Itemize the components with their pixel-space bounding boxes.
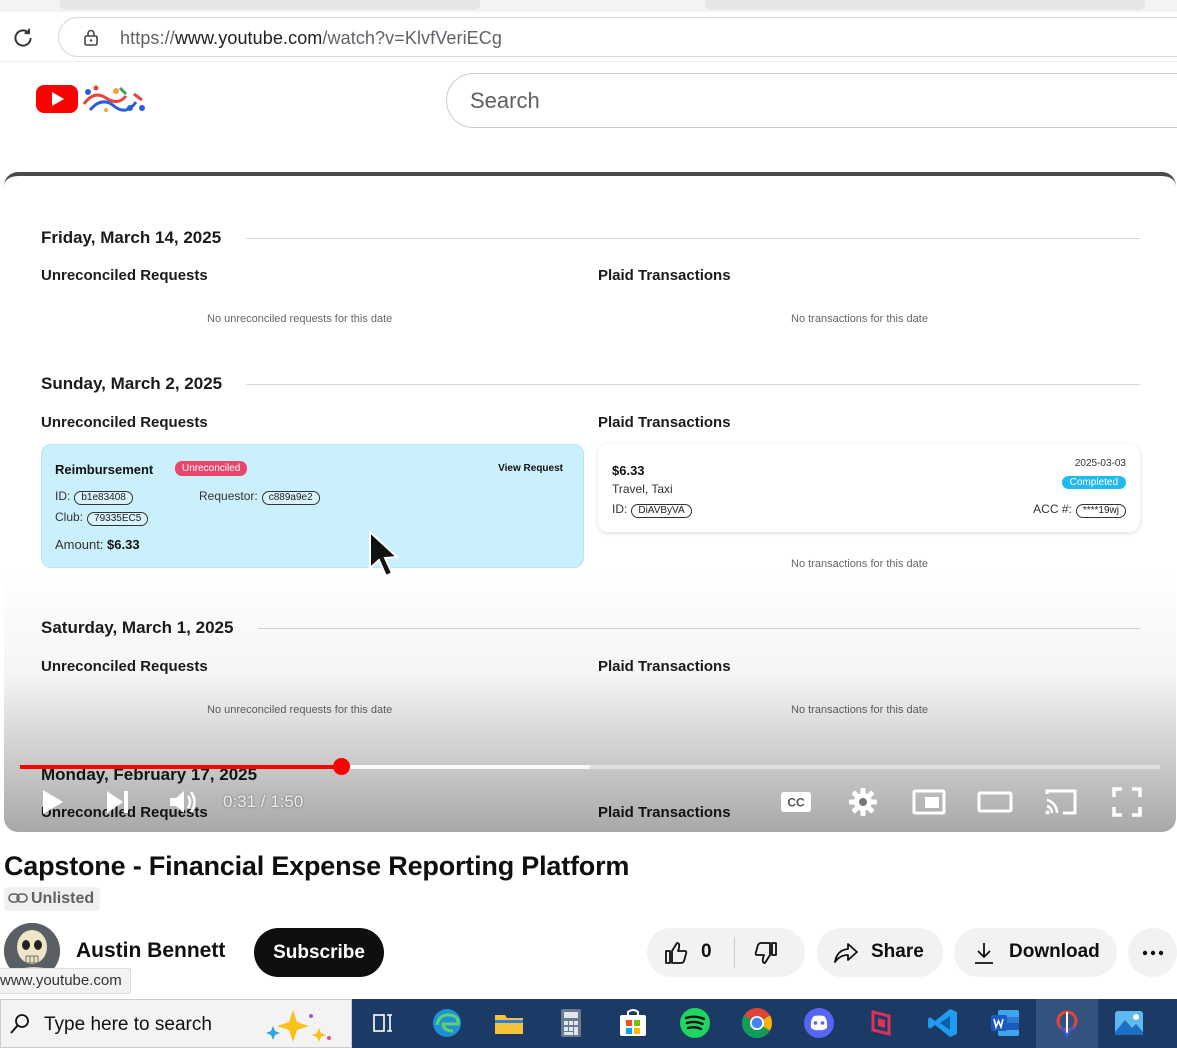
time-display: 0:31 / 1:50 xyxy=(223,792,304,811)
view-request-link: View Request xyxy=(498,463,563,474)
more-horizontal-icon xyxy=(1142,950,1164,956)
section-heading: Plaid Transactions xyxy=(598,414,731,431)
theater-mode-icon[interactable] xyxy=(977,784,1013,820)
taskbar-search-input[interactable]: Type here to search xyxy=(0,999,352,1048)
search-input[interactable]: Search xyxy=(446,73,1177,128)
share-button[interactable]: Share xyxy=(817,928,943,977)
request-club: Club: 79335EC5 xyxy=(55,510,149,526)
calculator-icon[interactable] xyxy=(554,1006,588,1040)
word-icon[interactable] xyxy=(988,1006,1022,1040)
reload-icon[interactable] xyxy=(10,25,36,51)
download-button[interactable]: Download xyxy=(954,928,1117,977)
section-heading: Plaid Transactions xyxy=(598,267,731,284)
next-icon[interactable] xyxy=(100,784,136,820)
unlisted-badge: Unlisted xyxy=(4,887,101,911)
edge-icon[interactable] xyxy=(430,1006,464,1040)
chrome-icon[interactable] xyxy=(740,1006,774,1040)
like-count: 0 xyxy=(701,941,712,962)
status-bar-url: www.youtube.com xyxy=(0,968,131,994)
settings-gear-icon[interactable] xyxy=(845,784,881,820)
empty-message: No unreconciled requests for this date xyxy=(207,313,393,325)
section-date: Sunday, March 2, 2025 xyxy=(41,374,223,393)
progress-played xyxy=(20,765,342,769)
section-heading: Plaid Transactions xyxy=(598,658,731,675)
microsoft-store-icon[interactable] xyxy=(616,1006,650,1040)
transaction-id: ID: DiAVByVA xyxy=(612,502,692,518)
transaction-date: 2025-03-03 xyxy=(1074,458,1126,469)
browser-tab-strip xyxy=(0,0,1177,12)
channel-name[interactable]: Austin Bennett xyxy=(76,939,225,963)
transaction-category: Travel, Taxi xyxy=(612,482,673,496)
empty-message: No transactions for this date xyxy=(791,313,928,325)
thumbs-down-icon xyxy=(754,942,777,964)
transaction-amount: $6.33 xyxy=(612,463,645,478)
video-frame: Friday, March 14, 2025 Unreconciled Requ… xyxy=(4,176,1176,832)
video-player[interactable]: Friday, March 14, 2025 Unreconciled Requ… xyxy=(4,172,1176,832)
subscribe-button[interactable]: Subscribe xyxy=(254,928,384,977)
section-heading: Unreconciled Requests xyxy=(41,267,208,284)
mouse-cursor-icon xyxy=(367,529,401,582)
empty-message: No unreconciled requests for this date xyxy=(207,704,393,716)
youtube-doodle-icon[interactable] xyxy=(80,82,148,116)
dislike-button[interactable] xyxy=(735,928,805,977)
cast-icon[interactable] xyxy=(1043,784,1079,820)
transaction-account: ACC #: ****19wj xyxy=(1033,502,1126,518)
divider xyxy=(246,238,1140,239)
taskbar: Type here to search xyxy=(0,999,1177,1048)
search-icon xyxy=(9,1013,31,1035)
like-button[interactable]: 0 xyxy=(647,928,734,977)
divider xyxy=(258,628,1140,629)
discord-icon[interactable] xyxy=(802,1006,836,1040)
download-icon xyxy=(975,943,993,964)
request-card: Reimbursement Unreconciled View Request … xyxy=(41,444,584,568)
captions-icon[interactable]: CC xyxy=(778,784,814,820)
svg-text:CC: CC xyxy=(787,796,805,810)
task-view-icon[interactable] xyxy=(366,1006,400,1040)
volume-icon[interactable] xyxy=(164,784,200,820)
section-heading: Unreconciled Requests xyxy=(41,414,208,431)
active-app-icon[interactable] xyxy=(1050,1006,1084,1040)
fullscreen-icon[interactable] xyxy=(1109,784,1145,820)
browser-tab[interactable] xyxy=(705,0,1145,10)
search-highlight-icon xyxy=(263,1006,343,1044)
like-dislike-group: 0 xyxy=(647,928,805,977)
link-icon xyxy=(8,893,28,903)
url-text: https://www.youtube.com/watch?v=KlvfVeri… xyxy=(120,28,502,48)
miniplayer-icon[interactable] xyxy=(911,784,947,820)
empty-message: No transactions for this date xyxy=(791,704,928,716)
spotify-icon[interactable] xyxy=(678,1006,712,1040)
divider xyxy=(246,384,1140,385)
request-title: Reimbursement xyxy=(55,462,154,477)
red-app-icon[interactable] xyxy=(864,1006,898,1040)
youtube-logo[interactable] xyxy=(36,84,78,114)
section-heading: Plaid Transactions xyxy=(598,804,731,821)
request-amount: Amount: $6.33 xyxy=(55,537,140,552)
address-bar[interactable]: https://www.youtube.com/watch?v=KlvfVeri… xyxy=(58,17,1177,57)
vscode-icon[interactable] xyxy=(926,1006,960,1040)
section-date: Friday, March 14, 2025 xyxy=(41,228,222,247)
photos-icon[interactable] xyxy=(1112,1006,1146,1040)
transaction-card: $6.33 Travel, Taxi ID: DiAVByVA 2025-03-0… xyxy=(598,444,1140,532)
request-requestor: Requestor: c889a9e2 xyxy=(199,489,320,505)
browser-toolbar: https://www.youtube.com/watch?v=KlvfVeri… xyxy=(0,12,1177,62)
more-actions-button[interactable] xyxy=(1128,928,1177,977)
status-badge: Completed xyxy=(1061,476,1126,489)
section-heading: Unreconciled Requests xyxy=(41,658,208,675)
request-id: ID: b1e83408 xyxy=(55,489,133,505)
section-date: Saturday, March 1, 2025 xyxy=(41,618,234,637)
share-icon xyxy=(834,943,858,963)
play-icon[interactable] xyxy=(34,784,70,820)
thumbs-up-icon xyxy=(665,942,688,964)
browser-tab[interactable] xyxy=(60,0,480,10)
lock-icon[interactable] xyxy=(81,27,101,47)
status-badge: Unreconciled xyxy=(175,461,248,476)
empty-message: No transactions for this date xyxy=(791,558,928,570)
file-explorer-icon[interactable] xyxy=(492,1006,526,1040)
progress-bar[interactable] xyxy=(20,758,1160,775)
video-title: Capstone - Financial Expense Reporting P… xyxy=(4,851,630,881)
